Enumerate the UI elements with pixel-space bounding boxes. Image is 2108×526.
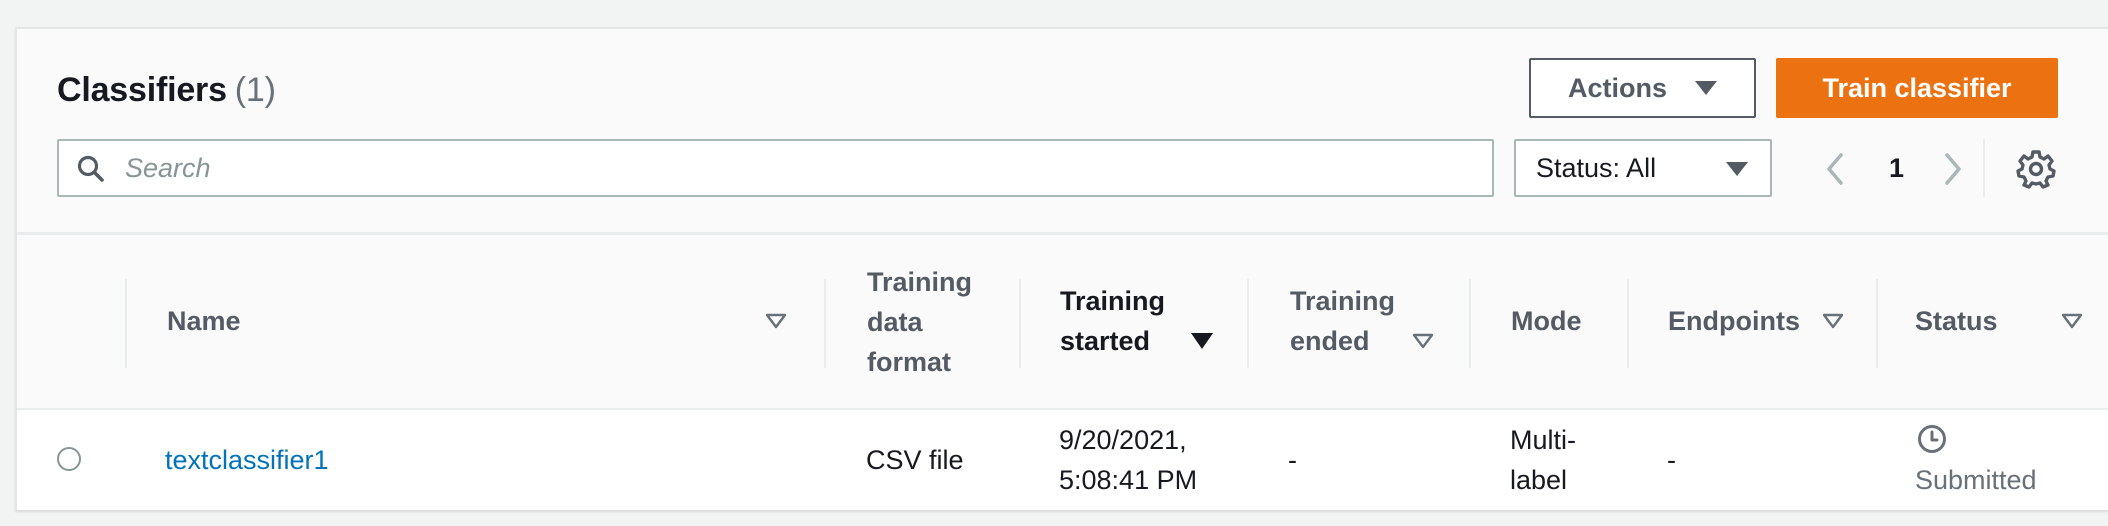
sort-caret-icon[interactable] [1412,333,1434,349]
column-header-training-ended[interactable]: Training ended [1290,281,1395,361]
sort-caret-icon[interactable] [2061,313,2083,329]
training-ended-cell: - [1288,445,1297,475]
column-header-label: Training [1290,286,1396,316]
column-header-label: Status [1915,306,1998,336]
column-header-status[interactable]: Status [1915,301,1998,341]
actions-label: Actions [1567,72,1667,103]
row-select-radio[interactable] [57,447,81,471]
column-header-label: Endpoints [1668,306,1800,336]
actions-button[interactable]: Actions [1529,58,1756,118]
training-started-date: 9/20/2021, [1059,425,1187,455]
column-header-label: format [867,347,952,377]
classifiers-panel: Classifiers (1) Actions Train classifier … [15,27,2108,510]
classifier-name-link[interactable]: textclassifier1 [165,440,329,480]
clock-icon [1918,425,1946,453]
endpoints-cell: - [1667,445,1676,475]
table-header: Name Training data format Training start… [17,232,2108,410]
caret-down-icon [1695,81,1717,95]
column-header-training-data-format[interactable]: Training data format [867,262,972,382]
mode-cell: Multi- label [1510,420,1576,500]
column-separator [125,279,127,368]
chevron-right-icon[interactable] [1935,149,1971,189]
column-header-mode: Mode [1511,301,1582,341]
column-header-label: ended [1290,326,1370,356]
current-page-number[interactable]: 1 [1889,153,1904,184]
search-icon [77,155,104,182]
status-badge: Submitted [1915,465,2037,495]
title-count: (1) [234,71,276,109]
chevron-left-icon[interactable] [1817,149,1853,189]
training-started-time: 5:08:41 PM [1059,465,1198,495]
column-header-label: data [867,307,923,337]
column-header-label: Training [867,267,973,297]
title-text: Classifiers [57,71,227,109]
column-separator [1627,279,1629,368]
column-header-label: Mode [1511,306,1582,336]
column-separator [1247,279,1249,368]
column-header-endpoints[interactable]: Endpoints [1668,301,1800,341]
table-row[interactable]: textclassifier1 CSV file 9/20/2021, 5:08… [17,410,2108,510]
search-input[interactable] [125,141,1475,195]
column-separator [1876,279,1878,368]
panel-header: Classifiers (1) Actions Train classifier … [17,29,2108,231]
pager-divider [1983,139,1985,197]
column-separator [824,279,826,368]
gear-icon[interactable] [2016,149,2056,189]
status-filter-label: Status: All [1536,152,1657,183]
column-separator [1469,279,1471,368]
mode-line: Multi- [1510,425,1576,455]
column-header-label: started [1060,326,1151,356]
caret-down-icon [1726,162,1748,176]
sort-caret-icon[interactable] [1190,332,1214,350]
mode-line: label [1510,465,1568,495]
column-header-name[interactable]: Name [167,301,241,341]
page-title: Classifiers (1) [57,71,276,110]
training-data-format-cell: CSV file [866,445,964,475]
training-started-cell: 9/20/2021, 5:08:41 PM [1059,420,1197,500]
sort-caret-icon[interactable] [1822,313,1844,329]
search-box [57,139,1494,197]
train-classifier-button[interactable]: Train classifier [1776,58,2058,118]
sort-caret-icon[interactable] [765,313,787,329]
column-header-training-started[interactable]: Training started [1060,281,1165,361]
column-header-label: Training [1060,286,1166,316]
train-classifier-label: Train classifier [1822,72,2012,103]
column-header-label: Name [167,306,241,336]
status-filter-select[interactable]: Status: All [1514,139,1772,197]
column-separator [1019,279,1021,368]
